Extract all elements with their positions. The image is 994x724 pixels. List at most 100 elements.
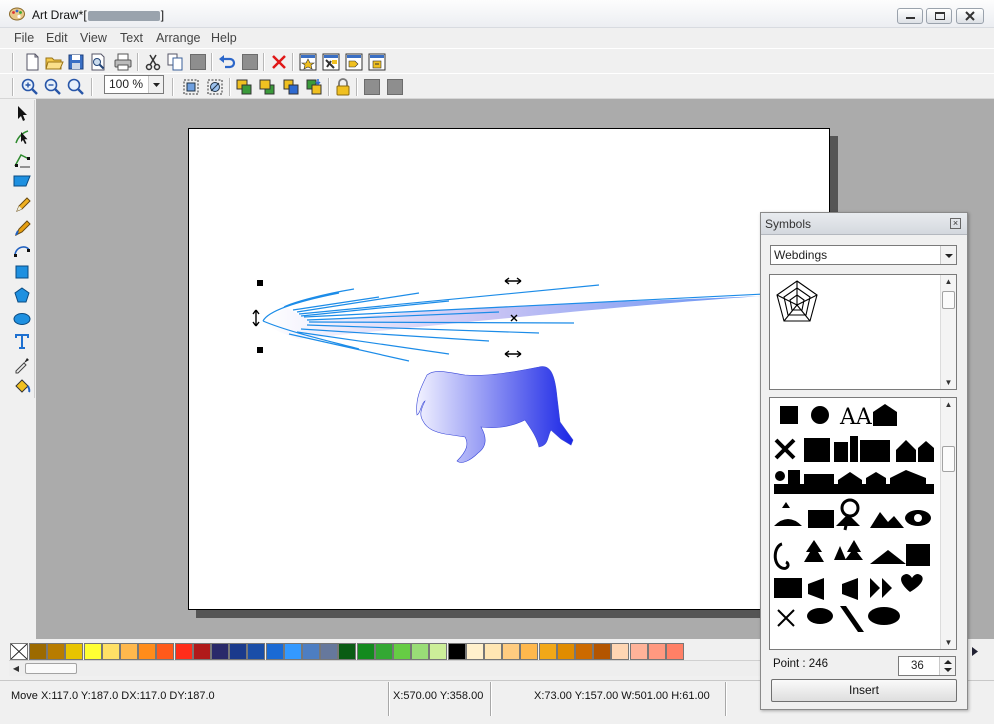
rectangle-tool-icon[interactable] [12,262,32,282]
scroll-down-icon[interactable]: ▼ [943,378,954,387]
symbol-c-icon[interactable] [344,52,364,72]
print-icon[interactable] [113,52,133,72]
parallelogram-tool-icon[interactable] [12,171,32,191]
pencil-tool-icon[interactable] [12,194,32,214]
color-swatch[interactable] [283,643,302,660]
color-swatch[interactable] [211,643,229,660]
color-swatch[interactable] [411,643,430,660]
color-swatch[interactable] [47,643,66,660]
redo-icon[interactable] [240,52,260,72]
comet-shape[interactable] [262,284,765,362]
color-swatch[interactable] [611,643,630,660]
pointer-tool-icon[interactable] [12,103,32,123]
new-icon[interactable] [22,52,42,72]
paste-icon[interactable] [188,52,208,72]
color-swatch[interactable] [666,643,684,660]
scroll-thumb[interactable] [25,663,77,674]
color-swatch[interactable] [465,643,484,660]
spinner-arrows-icon[interactable] [939,657,955,675]
preview-scrollbar[interactable]: ▲ ▼ [940,275,956,389]
color-swatch[interactable] [356,643,375,660]
color-swatch[interactable] [29,643,47,660]
color-swatch[interactable] [629,643,648,660]
drawing-content[interactable] [189,129,829,609]
color-swatch[interactable] [156,643,175,660]
color-swatch[interactable] [320,643,339,660]
color-swatch[interactable] [83,643,102,660]
drawing-page[interactable] [188,128,830,610]
print-preview-icon[interactable] [88,52,108,72]
bring-forward-icon[interactable] [281,77,301,97]
lock-icon[interactable] [333,77,353,97]
scroll-left-icon[interactable]: ◀ [9,662,23,676]
undo-icon[interactable] [217,52,237,72]
menu-help[interactable]: Help [211,31,237,45]
symbol-glyphs[interactable]: AA [770,398,940,650]
color-swatch[interactable] [593,643,612,660]
font-select[interactable]: Webdings [770,245,957,265]
menu-edit[interactable]: Edit [46,31,68,45]
color-swatch[interactable] [174,643,193,660]
zoom-actual-icon[interactable] [66,77,86,97]
crop-tool-icon[interactable] [12,149,32,169]
align-b-icon[interactable] [385,77,405,97]
color-swatch[interactable] [65,643,84,660]
menu-view[interactable]: View [80,31,107,45]
color-swatch[interactable] [302,643,320,660]
no-color-swatch[interactable] [10,643,28,660]
send-back-icon[interactable] [257,77,277,97]
ellipse-tool-icon[interactable] [12,308,32,328]
color-swatch[interactable] [647,643,666,660]
color-swatch[interactable] [520,643,539,660]
scroll-thumb[interactable] [942,291,955,309]
group-icon[interactable] [181,77,201,97]
node-edit-tool-icon[interactable] [12,126,32,146]
horizontal-scrollbar[interactable]: ◀ [9,660,764,676]
bezier-tool-icon[interactable] [12,239,32,259]
color-swatch[interactable] [484,643,502,660]
ungroup-icon[interactable] [205,77,225,97]
pen-tool-icon[interactable] [12,217,32,237]
color-swatch[interactable] [538,643,557,660]
open-icon[interactable] [44,52,64,72]
scroll-up-icon[interactable]: ▲ [943,277,954,286]
color-swatch[interactable] [502,643,521,660]
color-swatch[interactable] [138,643,157,660]
color-swatch[interactable] [393,643,411,660]
send-backward-icon[interactable] [304,77,324,97]
delete-icon[interactable] [269,52,289,72]
color-swatch[interactable] [575,643,593,660]
menu-text[interactable]: Text [120,31,143,45]
close-button[interactable] [956,8,984,24]
color-swatch[interactable] [192,643,211,660]
scroll-up-icon[interactable]: ▲ [943,400,954,409]
size-spinner[interactable]: 36 [898,656,956,676]
color-picker-tool-icon[interactable] [12,354,32,374]
cut-icon[interactable] [143,52,163,72]
palette-scroll-right-icon[interactable] [968,643,982,660]
color-swatch[interactable] [374,643,393,660]
symbol-a-icon[interactable] [298,52,318,72]
lion-shape[interactable] [416,366,574,463]
symbol-d-icon[interactable] [367,52,387,72]
symbol-b-icon[interactable] [321,52,341,72]
grid-scrollbar[interactable]: ▲ ▼ [940,398,956,649]
color-swatch[interactable] [265,643,284,660]
color-swatch[interactable] [229,643,248,660]
insert-button[interactable]: Insert [771,679,957,702]
zoom-out-icon[interactable] [43,77,63,97]
zoom-select[interactable]: 100 % [104,75,164,94]
color-swatch[interactable] [429,643,448,660]
chevron-down-icon[interactable] [940,246,956,264]
chevron-down-icon[interactable] [148,76,163,93]
minimize-button[interactable] [897,8,923,24]
bring-front-icon[interactable] [234,77,254,97]
scroll-down-icon[interactable]: ▼ [943,638,954,647]
zoom-in-icon[interactable] [20,77,40,97]
color-swatch[interactable] [556,643,575,660]
color-swatch[interactable] [101,643,120,660]
close-icon[interactable]: × [950,218,961,229]
color-swatch[interactable] [338,643,357,660]
polygon-tool-icon[interactable] [12,285,32,305]
color-swatch[interactable] [247,643,266,660]
